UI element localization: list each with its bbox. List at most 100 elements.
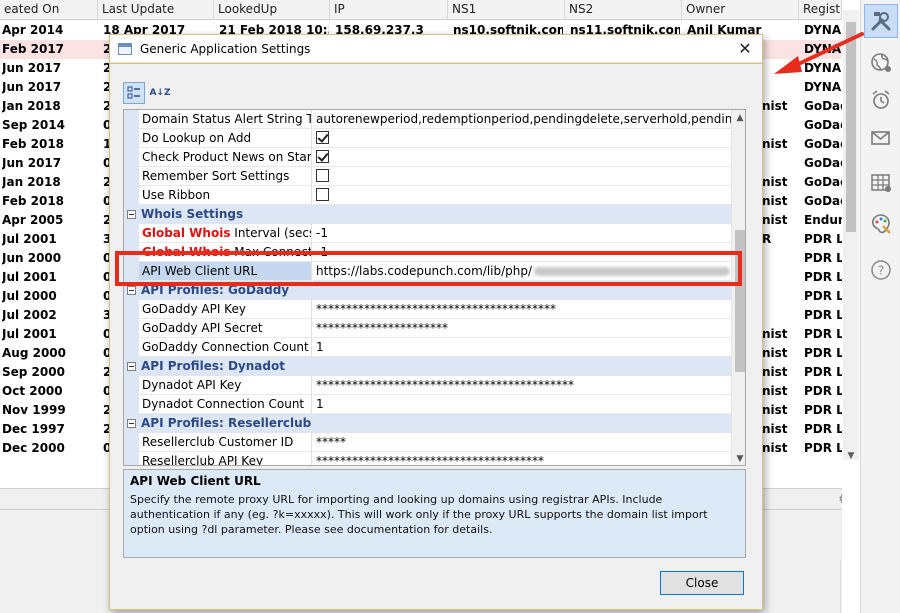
header-ns1[interactable]: NS1 [448,0,565,20]
property-row[interactable]: GoDaddy API Key *************************… [124,300,731,319]
palette-icon[interactable] [864,207,898,241]
cell-created: Nov 1999 [2,403,66,417]
checkbox[interactable] [316,150,329,163]
row-gutter [124,300,139,319]
property-row[interactable]: Resellerclub API Key ********************… [124,452,731,465]
property-value[interactable]: -1 [313,224,731,243]
property-name[interactable]: GoDaddy Connection Count [139,338,312,357]
row-gutter [124,243,139,262]
property-row[interactable]: Resellerclub Customer ID ***** [124,433,731,452]
table-icon[interactable] [864,166,898,200]
close-icon[interactable]: ✕ [734,39,756,59]
property-value-text: 1 [316,340,324,354]
property-value[interactable]: ****************************************… [313,376,731,395]
property-row[interactable]: Global Whois Max Connections -1 [124,243,731,262]
property-row[interactable]: API Web Client URL https://labs.codepunch… [124,262,731,281]
property-grid-scrollbar[interactable]: ▲ ▼ [731,110,745,465]
property-name[interactable]: Remember Sort Settings [139,167,312,186]
property-value[interactable]: 1 [313,395,731,414]
property-value[interactable]: ************************************** [313,452,731,465]
cell-created: Sep 2000 [2,365,65,379]
property-category[interactable]: API Profiles: GoDaddy [124,281,731,300]
checkbox[interactable] [316,188,329,201]
cell-owner: nist [762,365,788,379]
property-row[interactable]: Check Product News on Startup [124,148,731,167]
property-category[interactable]: Whois Settings [124,205,731,224]
property-row[interactable]: GoDaddy API Secret ********************** [124,319,731,338]
property-value[interactable]: -1 [313,243,731,262]
header-ns2[interactable]: NS2 [565,0,682,20]
collapse-icon[interactable] [127,419,136,428]
header-created-on[interactable]: eated On [0,0,98,20]
scrollbar-thumb[interactable] [846,22,856,232]
property-row[interactable]: Do Lookup on Add [124,129,731,148]
tools-icon[interactable] [864,4,898,38]
property-category[interactable]: API Profiles: Dynadot [124,357,731,376]
property-row[interactable]: GoDaddy Connection Count 1 [124,338,731,357]
property-row[interactable]: Use Ribbon [124,186,731,205]
scrollbar-thumb[interactable] [735,230,745,372]
header-registrar[interactable]: Regist [799,0,842,20]
property-value[interactable] [313,148,731,167]
dialog-titlebar[interactable]: Generic Application Settings ✕ [110,35,762,63]
alarm-clock-icon[interactable] [864,83,898,117]
header-owner[interactable]: Owner [682,0,799,20]
property-name[interactable]: Use Ribbon [139,186,312,205]
property-name-text: Dynadot Connection Count [142,397,305,411]
property-name[interactable]: Resellerclub API Key [139,452,312,465]
close-button[interactable]: Close [660,571,744,595]
property-value[interactable]: 1 [313,338,731,357]
property-value[interactable]: https://labs.codepunch.com/lib/php/ [313,262,731,281]
help-icon[interactable]: ? [864,253,898,287]
header-ip[interactable]: IP [330,0,448,20]
property-value[interactable]: **************************************** [313,300,731,319]
cell-registrar: GoDad [804,118,842,132]
property-value[interactable]: autorenewperiod,redemptionperiod,pending… [313,110,731,129]
cell-owner: R [762,232,772,246]
cell-registrar: GoDad [804,156,842,170]
property-name[interactable]: Dynadot API Key [139,376,312,395]
lower-scrollbar[interactable] [840,560,842,613]
property-value[interactable]: ********************** [313,319,731,338]
property-name[interactable]: Do Lookup on Add [139,129,312,148]
gear-icon[interactable]: ⚙ [838,491,842,507]
property-name[interactable]: Global Whois Max Connections [139,243,312,262]
globe-icon[interactable] [864,45,898,79]
property-value[interactable] [313,167,731,186]
mail-icon[interactable] [864,121,898,155]
header-last-update[interactable]: Last Update [98,0,214,20]
checkbox[interactable] [316,131,329,144]
collapse-icon[interactable] [127,210,136,219]
property-row[interactable]: Dynadot Connection Count 1 [124,395,731,414]
property-name-text: Domain Status Alert String Token [142,112,312,126]
property-name[interactable]: Global Whois Interval (secs) [139,224,312,243]
property-value[interactable] [313,186,731,205]
categorized-view-button[interactable] [123,82,145,104]
property-row[interactable]: Domain Status Alert String Token autorene… [124,110,731,129]
cell-owner: nist [762,213,788,227]
scroll-down-arrow[interactable]: ▼ [843,448,859,464]
property-name[interactable]: GoDaddy API Secret [139,319,312,338]
checkbox[interactable] [316,169,329,182]
property-name[interactable]: Domain Status Alert String Token [139,110,312,129]
header-looked-up[interactable]: LookedUp [214,0,330,20]
property-value[interactable] [313,129,731,148]
property-name[interactable]: Dynadot Connection Count [139,395,312,414]
property-name[interactable]: GoDaddy API Key [139,300,312,319]
property-row[interactable]: Remember Sort Settings [124,167,731,186]
table-vertical-scrollbar[interactable] [843,10,859,460]
property-name[interactable]: Resellerclub Customer ID [139,433,312,452]
property-name[interactable]: API Web Client URL [139,262,312,281]
property-category[interactable]: API Profiles: Resellerclub [124,414,731,433]
property-row[interactable]: Dynadot API Key *************************… [124,376,731,395]
collapse-icon[interactable] [127,286,136,295]
alphabetical-sort-button[interactable]: A↓Z [149,82,171,104]
property-name-text: Use Ribbon [142,188,211,202]
collapse-icon[interactable] [127,362,136,371]
property-name[interactable]: Check Product News on Startup [139,148,312,167]
scroll-down-arrow[interactable]: ▼ [732,451,745,465]
scroll-up-arrow[interactable]: ▲ [732,110,745,126]
property-row[interactable]: Global Whois Interval (secs) -1 [124,224,731,243]
property-value[interactable]: ***** [313,433,731,452]
cell-owner: nist [762,194,788,208]
